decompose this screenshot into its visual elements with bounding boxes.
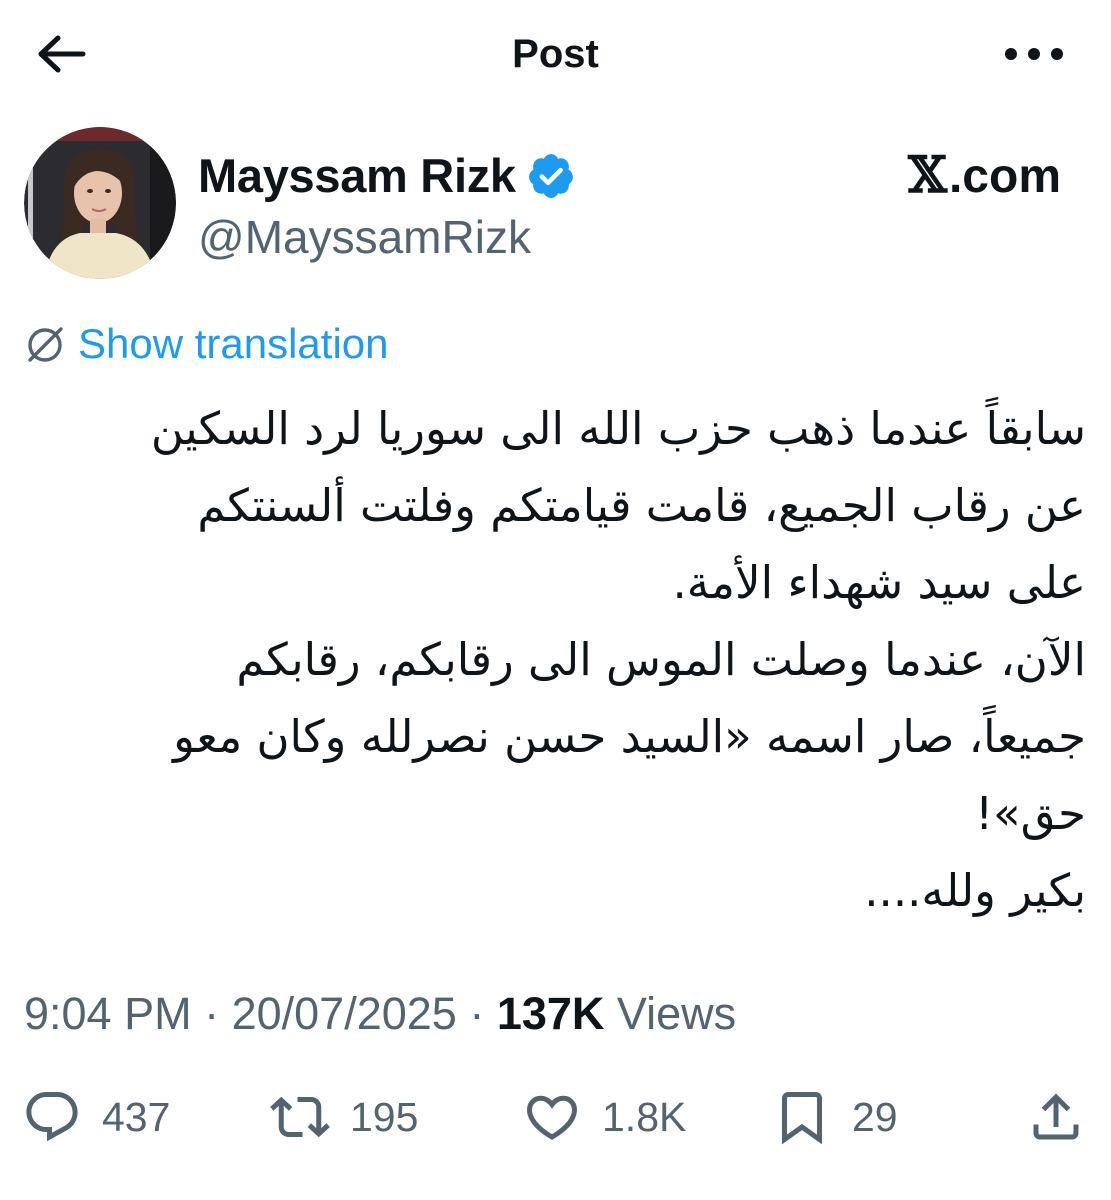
heart-icon bbox=[526, 1095, 578, 1140]
tweet-meta: 9:04 PM · 20/07/2025 · 137K Views bbox=[24, 986, 736, 1042]
meta-separator: · bbox=[456, 988, 497, 1039]
reply-icon bbox=[26, 1092, 78, 1142]
top-bar: Post bbox=[0, 0, 1111, 108]
tweet-text: سابقاً عندما ذهب حزب الله الى سوريا لرد … bbox=[24, 390, 1086, 929]
tweet-line: سابقاً عندما ذهب حزب الله الى سوريا لرد … bbox=[150, 402, 1086, 455]
tweet-line: على سيد شهداء الأمة. bbox=[672, 556, 1086, 609]
author-handle[interactable]: @MayssamRizk bbox=[198, 209, 531, 265]
bookmark-icon bbox=[782, 1092, 822, 1145]
repost-icon bbox=[270, 1096, 330, 1138]
reply-count: 437 bbox=[102, 1094, 171, 1140]
share-icon bbox=[1033, 1093, 1079, 1140]
tweet-line: بكير ولله.... bbox=[864, 864, 1086, 917]
like-count: 1.8K bbox=[602, 1094, 687, 1140]
author-name-row[interactable]: Mayssam Rizk bbox=[198, 148, 576, 204]
more-horizontal-icon bbox=[1005, 48, 1063, 60]
page-title: Post bbox=[512, 32, 599, 76]
author-display-name[interactable]: Mayssam Rizk bbox=[198, 148, 516, 204]
bookmark-button[interactable]: 29 bbox=[772, 1082, 898, 1152]
meta-separator: · bbox=[191, 988, 232, 1039]
tweet-date[interactable]: 20/07/2025 bbox=[232, 988, 457, 1039]
tweet-line: الآن، عندما وصلت الموس الى رقابكم، رقابك… bbox=[236, 633, 1086, 686]
verified-badge-icon bbox=[528, 154, 573, 198]
views-count[interactable]: 137K bbox=[497, 988, 605, 1039]
avatar[interactable] bbox=[24, 127, 176, 279]
show-translation-button[interactable]: Show translation bbox=[22, 318, 389, 370]
profile-photo bbox=[24, 127, 176, 279]
bookmark-count: 29 bbox=[852, 1094, 898, 1140]
more-options-button[interactable] bbox=[999, 34, 1069, 74]
action-bar: 437 195 1.8K 29 bbox=[0, 1082, 1111, 1152]
reply-button[interactable]: 437 bbox=[22, 1082, 170, 1152]
tweet-line: جميعاً، صار اسمه «السيد حسن نصرلله وكان … bbox=[173, 710, 1086, 763]
repost-button[interactable]: 195 bbox=[270, 1082, 418, 1152]
views-label[interactable]: Views bbox=[604, 988, 736, 1039]
repost-count: 195 bbox=[350, 1094, 419, 1140]
like-button[interactable]: 1.8K bbox=[522, 1082, 686, 1152]
x-com-watermark: 𝕏 .com bbox=[908, 146, 1061, 206]
x-logo: 𝕏 bbox=[908, 145, 947, 204]
tweet-line: عن رقاب الجميع، قامت قيامتكم وفلتت ألسنت… bbox=[197, 479, 1086, 532]
globe-slash-icon bbox=[28, 327, 63, 362]
watermark-text: .com bbox=[948, 150, 1061, 203]
tweet-time[interactable]: 9:04 PM bbox=[24, 988, 192, 1039]
share-button[interactable] bbox=[1026, 1082, 1086, 1152]
tweet-line: حق»! bbox=[975, 787, 1086, 840]
show-translation-label[interactable]: Show translation bbox=[78, 319, 389, 369]
